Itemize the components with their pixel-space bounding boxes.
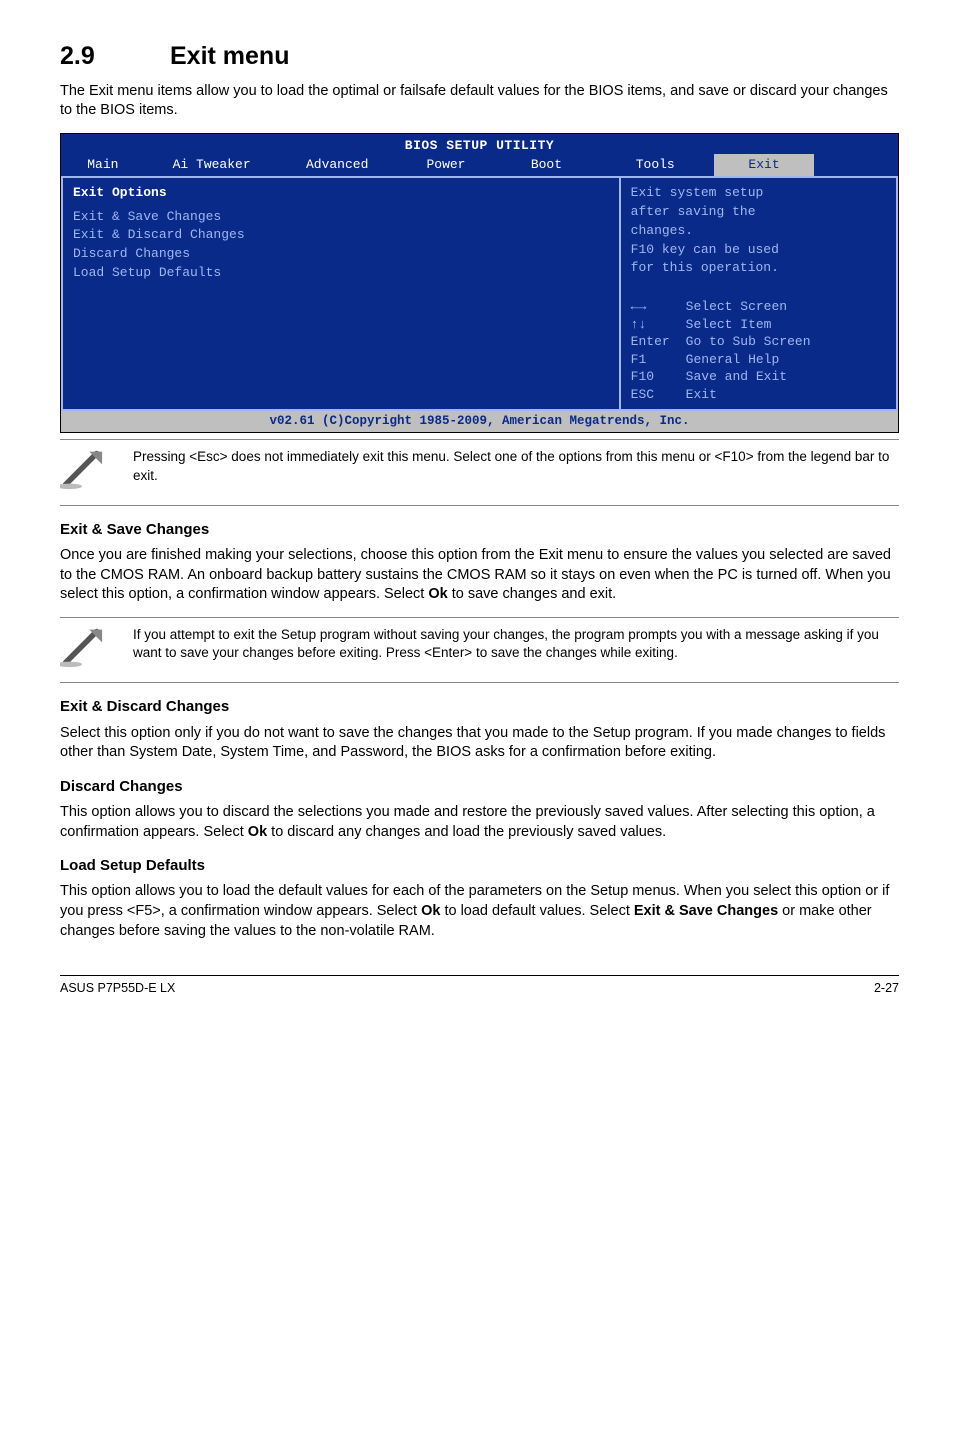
page-footer: ASUS P7P55D-E LX 2-27 — [60, 975, 899, 997]
bios-option-load-defaults[interactable]: Load Setup Defaults — [73, 264, 609, 283]
bios-help-line: for this operation. — [631, 259, 886, 278]
bios-help-line: after saving the — [631, 203, 886, 222]
bios-tab-main[interactable]: Main — [61, 154, 145, 176]
bios-key: F10 — [631, 368, 686, 386]
bios-key: ←→ — [631, 298, 686, 316]
body-exit-discard: Select this option only if you do not wa… — [60, 724, 899, 763]
divider — [60, 682, 899, 683]
bios-key-legend: ←→Select Screen ↑↓Select Item EnterGo to… — [631, 298, 886, 403]
heading-number: 2.9 — [60, 40, 170, 74]
bios-key-label: Go to Sub Screen — [686, 333, 886, 351]
subhead-discard: Discard Changes — [60, 777, 899, 797]
note-block: Pressing <Esc> does not immediately exit… — [60, 440, 899, 505]
page-heading: 2.9Exit menu — [60, 40, 899, 74]
intro-paragraph: The Exit menu items allow you to load th… — [60, 82, 899, 121]
subhead-exit-discard: Exit & Discard Changes — [60, 697, 899, 717]
bios-option-discard[interactable]: Discard Changes — [73, 245, 609, 264]
note-block: If you attempt to exit the Setup program… — [60, 618, 899, 683]
bios-tab-advanced[interactable]: Advanced — [279, 154, 396, 176]
bios-key: ESC — [631, 386, 686, 404]
bios-tab-boot[interactable]: Boot — [496, 154, 596, 176]
bios-help-line: Exit system setup — [631, 184, 886, 203]
bios-tab-aitweaker[interactable]: Ai Tweaker — [145, 154, 279, 176]
note-icon — [60, 626, 115, 675]
bios-key-label: Exit — [686, 386, 886, 404]
bios-tab-bar: Main Ai Tweaker Advanced Power Boot Tool… — [61, 154, 898, 176]
body-exit-save: Once you are finished making your select… — [60, 546, 899, 605]
bios-title: BIOS SETUP UTILITY — [61, 134, 898, 155]
note-text: Pressing <Esc> does not immediately exit… — [133, 448, 899, 484]
bios-option-exit-discard[interactable]: Exit & Discard Changes — [73, 226, 609, 245]
bios-key-label: Save and Exit — [686, 368, 886, 386]
footer-right: 2-27 — [874, 980, 899, 997]
bios-option-exit-save[interactable]: Exit & Save Changes — [73, 208, 609, 227]
bios-key-label: Select Item — [686, 316, 886, 334]
body-defaults: This option allows you to load the defau… — [60, 882, 899, 941]
bios-tab-tools[interactable]: Tools — [597, 154, 714, 176]
bios-left-pane: Exit Options Exit & Save Changes Exit & … — [61, 178, 621, 412]
bios-setup-utility: BIOS SETUP UTILITY Main Ai Tweaker Advan… — [60, 133, 899, 433]
subhead-defaults: Load Setup Defaults — [60, 856, 899, 876]
bios-exit-options-header: Exit Options — [73, 184, 609, 202]
bios-key-label: General Help — [686, 351, 886, 369]
bios-right-pane: Exit system setup after saving the chang… — [621, 178, 898, 412]
footer-left: ASUS P7P55D-E LX — [60, 980, 175, 997]
bios-tab-exit[interactable]: Exit — [714, 154, 814, 176]
divider — [60, 505, 899, 506]
subhead-exit-save: Exit & Save Changes — [60, 520, 899, 540]
bios-help-line: F10 key can be used — [631, 241, 886, 260]
note-icon — [60, 448, 115, 497]
bios-key: ↑↓ — [631, 316, 686, 334]
bios-key: Enter — [631, 333, 686, 351]
heading-title: Exit menu — [170, 42, 289, 70]
bios-copyright-footer: v02.61 (C)Copyright 1985-2009, American … — [61, 411, 898, 432]
note-text: If you attempt to exit the Setup program… — [133, 626, 899, 662]
bios-help-line: changes. — [631, 222, 886, 241]
bios-key-label: Select Screen — [686, 298, 886, 316]
bios-tab-power[interactable]: Power — [396, 154, 496, 176]
body-discard: This option allows you to discard the se… — [60, 803, 899, 842]
bios-key: F1 — [631, 351, 686, 369]
bios-help-text: Exit system setup after saving the chang… — [631, 184, 886, 278]
